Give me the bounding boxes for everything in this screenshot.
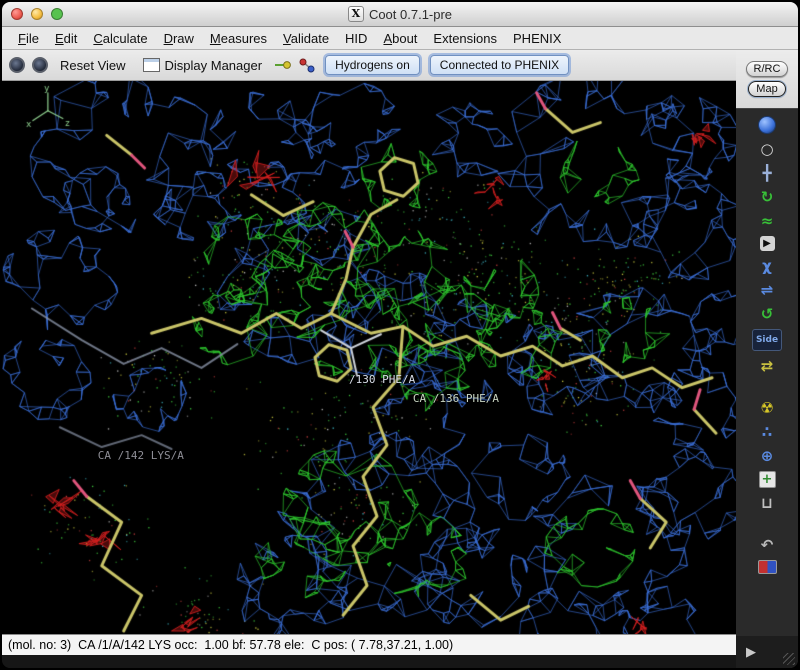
edit-chi-angles-icon[interactable]: χ — [758, 257, 776, 275]
side-chain-flip-icon[interactable]: Side — [752, 329, 782, 351]
menu-item-measures[interactable]: Measures — [202, 29, 275, 48]
go-to-ligand-icon[interactable] — [299, 58, 315, 73]
zoom-button[interactable] — [51, 8, 63, 20]
coot-window: X Coot 0.7.1-pre File Edit Calculate Dra… — [1, 1, 799, 669]
status-text: (mol. no: 3) CA /1/A/142 LYS occ: 1.00 b… — [8, 638, 453, 652]
display-manager-label: Display Manager — [165, 58, 263, 73]
window-title-area: X Coot 0.7.1-pre — [348, 6, 452, 22]
modelling-toolbar: ○ ╋ ↻ ≈ ▶ χ ⇌ ↺ Side ⇄ ☢ ∴ ⊕ + ⊔ ↶ — [736, 109, 798, 636]
hydrogens-toggle-button[interactable]: Hydrogens on — [325, 55, 420, 75]
add-alt-conf-icon[interactable]: ⊕ — [758, 447, 776, 465]
gl-canvas[interactable] — [2, 81, 736, 634]
undo-icon[interactable]: ↶ — [758, 536, 776, 554]
add-terminal-residue-icon[interactable]: ∴ — [758, 423, 776, 441]
menu-item-validate[interactable]: Validate — [275, 29, 337, 48]
window-controls — [11, 2, 63, 26]
statusbar: (mol. no: 3) CA /1/A/142 LYS occ: 1.00 b… — [2, 634, 736, 655]
mutate-residue-icon[interactable]: ☢ — [758, 399, 776, 417]
titlebar[interactable]: X Coot 0.7.1-pre — [2, 2, 798, 27]
real-space-refine-icon[interactable]: ↻ — [758, 188, 776, 206]
menu-item-hid[interactable]: HID — [337, 29, 375, 48]
jed-flip-icon[interactable]: ⇄ — [758, 357, 776, 375]
menu-item-calculate[interactable]: Calculate — [85, 29, 155, 48]
menu-item-edit[interactable]: Edit — [47, 29, 85, 48]
torsion-general-icon[interactable]: ⇌ — [758, 281, 776, 299]
flip-peptide-icon[interactable]: ↺ — [758, 305, 776, 323]
regularize-zone-icon[interactable]: ≈ — [758, 212, 776, 230]
statusbar-expand-icon[interactable]: ▶ — [746, 644, 756, 660]
right-panel: R/RC Map ○ ╋ ↻ ≈ ▶ χ ⇌ ↺ Side ⇄ ☢ ∴ ⊕ + ⊔ ↶ ▶ — [736, 50, 798, 668]
run-refmac-icon[interactable] — [758, 560, 777, 574]
menu-item-phenix[interactable]: PHENIX — [505, 29, 569, 48]
gl-viewport[interactable]: /130 PHE/ACA /136 PHE/ACA /142 LYS/A — [2, 81, 736, 634]
target-icon-2[interactable] — [32, 57, 48, 73]
map-button[interactable]: Map — [748, 81, 785, 97]
reset-view-button[interactable]: Reset View — [55, 56, 131, 75]
delete-item-icon[interactable]: ⊔ — [758, 494, 776, 512]
place-atom-icon[interactable]: + — [759, 471, 776, 488]
window-bottom-edge — [2, 655, 736, 668]
minimize-button[interactable] — [31, 8, 43, 20]
toolbar: Reset View Display Manager — [2, 50, 736, 81]
display-manager-button[interactable]: Display Manager — [138, 56, 268, 75]
rotate-sphere-icon[interactable] — [758, 116, 776, 134]
menu-item-file[interactable]: File — [10, 29, 47, 48]
recentre-view-icon[interactable]: ○ — [758, 140, 776, 158]
phenix-status-button[interactable]: Connected to PHENIX — [430, 55, 569, 75]
display-manager-icon — [143, 58, 160, 72]
translate-zone-icon[interactable]: ╋ — [758, 164, 776, 182]
go-to-atom-icon[interactable] — [274, 58, 292, 72]
rrc-button[interactable]: R/RC — [746, 61, 789, 77]
menubar: File Edit Calculate Draw Measures Valida… — [2, 27, 798, 50]
menu-item-about[interactable]: About — [375, 29, 425, 48]
pointer-triangle-icon[interactable]: ▶ — [760, 236, 775, 251]
close-button[interactable] — [11, 8, 23, 20]
right-panel-footer: ▶ — [736, 636, 798, 668]
menu-item-draw[interactable]: Draw — [156, 29, 202, 48]
x11-app-icon: X — [348, 6, 364, 22]
resize-grip-icon[interactable] — [783, 653, 795, 665]
right-panel-header: R/RC Map — [736, 50, 798, 109]
target-icon[interactable] — [9, 57, 25, 73]
menu-item-extensions[interactable]: Extensions — [425, 29, 505, 48]
window-title: Coot 0.7.1-pre — [369, 7, 452, 22]
